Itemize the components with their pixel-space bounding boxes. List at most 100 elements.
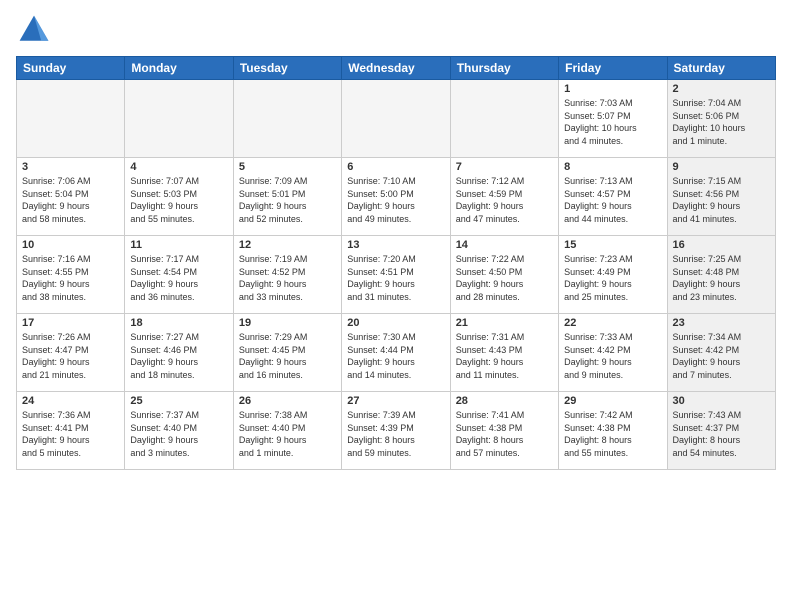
day-number: 18 [130, 317, 227, 329]
day-number: 16 [673, 239, 770, 251]
calendar-cell: 21 Sunrise: 7:31 AM Sunset: 4:43 PM Dayli… [450, 314, 558, 392]
cell-info: Sunrise: 7:34 AM Sunset: 4:42 PM Dayligh… [673, 331, 770, 381]
calendar-cell: 5 Sunrise: 7:09 AM Sunset: 5:01 PM Daylig… [233, 158, 341, 236]
day-number: 9 [673, 161, 770, 173]
day-number: 27 [347, 395, 444, 407]
calendar-cell: 1 Sunrise: 7:03 AM Sunset: 5:07 PM Daylig… [559, 80, 667, 158]
day-header-tuesday: Tuesday [233, 57, 341, 80]
cell-info: Sunrise: 7:09 AM Sunset: 5:01 PM Dayligh… [239, 175, 336, 225]
calendar-cell: 15 Sunrise: 7:23 AM Sunset: 4:49 PM Dayli… [559, 236, 667, 314]
cell-info: Sunrise: 7:37 AM Sunset: 4:40 PM Dayligh… [130, 409, 227, 459]
cell-info: Sunrise: 7:17 AM Sunset: 4:54 PM Dayligh… [130, 253, 227, 303]
day-number: 1 [564, 83, 661, 95]
cell-info: Sunrise: 7:19 AM Sunset: 4:52 PM Dayligh… [239, 253, 336, 303]
cell-info: Sunrise: 7:42 AM Sunset: 4:38 PM Dayligh… [564, 409, 661, 459]
calendar-cell: 14 Sunrise: 7:22 AM Sunset: 4:50 PM Dayli… [450, 236, 558, 314]
calendar-cell: 29Sunrise: 7:42 AM Sunset: 4:38 PM Dayli… [559, 392, 667, 470]
calendar-cell: 16Sunrise: 7:25 AM Sunset: 4:48 PM Dayli… [667, 236, 775, 314]
day-number: 17 [22, 317, 119, 329]
week-row-4: 17Sunrise: 7:26 AM Sunset: 4:47 PM Dayli… [17, 314, 776, 392]
calendar-cell: 3 Sunrise: 7:06 AM Sunset: 5:04 PM Daylig… [17, 158, 125, 236]
calendar-cell [342, 80, 450, 158]
calendar-table: SundayMondayTuesdayWednesdayThursdayFrid… [16, 56, 776, 470]
cell-info: Sunrise: 7:16 AM Sunset: 4:55 PM Dayligh… [22, 253, 119, 303]
cell-info: Sunrise: 7:06 AM Sunset: 5:04 PM Dayligh… [22, 175, 119, 225]
day-number: 14 [456, 239, 553, 251]
cell-info: Sunrise: 7:38 AM Sunset: 4:40 PM Dayligh… [239, 409, 336, 459]
cell-info: Sunrise: 7:13 AM Sunset: 4:57 PM Dayligh… [564, 175, 661, 225]
day-number: 21 [456, 317, 553, 329]
cell-info: Sunrise: 7:07 AM Sunset: 5:03 PM Dayligh… [130, 175, 227, 225]
cell-info: Sunrise: 7:03 AM Sunset: 5:07 PM Dayligh… [564, 97, 661, 147]
week-row-5: 24Sunrise: 7:36 AM Sunset: 4:41 PM Dayli… [17, 392, 776, 470]
day-number: 13 [347, 239, 444, 251]
cell-info: Sunrise: 7:22 AM Sunset: 4:50 PM Dayligh… [456, 253, 553, 303]
day-number: 26 [239, 395, 336, 407]
day-header-sunday: Sunday [17, 57, 125, 80]
calendar-cell: 12 Sunrise: 7:19 AM Sunset: 4:52 PM Dayli… [233, 236, 341, 314]
calendar-cell: 28Sunrise: 7:41 AM Sunset: 4:38 PM Dayli… [450, 392, 558, 470]
day-number: 19 [239, 317, 336, 329]
day-number: 12 [239, 239, 336, 251]
calendar-cell: 20 Sunrise: 7:30 AM Sunset: 4:44 PM Dayli… [342, 314, 450, 392]
day-number: 5 [239, 161, 336, 173]
calendar-cell: 19 Sunrise: 7:29 AM Sunset: 4:45 PM Dayli… [233, 314, 341, 392]
day-number: 15 [564, 239, 661, 251]
cell-info: Sunrise: 7:30 AM Sunset: 4:44 PM Dayligh… [347, 331, 444, 381]
cell-info: Sunrise: 7:31 AM Sunset: 4:43 PM Dayligh… [456, 331, 553, 381]
cell-info: Sunrise: 7:36 AM Sunset: 4:41 PM Dayligh… [22, 409, 119, 459]
cell-info: Sunrise: 7:41 AM Sunset: 4:38 PM Dayligh… [456, 409, 553, 459]
day-header-monday: Monday [125, 57, 233, 80]
day-number: 10 [22, 239, 119, 251]
calendar-cell: 30 Sunrise: 7:43 AM Sunset: 4:37 PM Dayli… [667, 392, 775, 470]
cell-info: Sunrise: 7:15 AM Sunset: 4:56 PM Dayligh… [673, 175, 770, 225]
cell-info: Sunrise: 7:29 AM Sunset: 4:45 PM Dayligh… [239, 331, 336, 381]
day-header-friday: Friday [559, 57, 667, 80]
calendar-cell: 8 Sunrise: 7:13 AM Sunset: 4:57 PM Daylig… [559, 158, 667, 236]
cell-info: Sunrise: 7:04 AM Sunset: 5:06 PM Dayligh… [673, 97, 770, 147]
cell-info: Sunrise: 7:23 AM Sunset: 4:49 PM Dayligh… [564, 253, 661, 303]
day-header-thursday: Thursday [450, 57, 558, 80]
calendar-cell: 9 Sunrise: 7:15 AM Sunset: 4:56 PM Daylig… [667, 158, 775, 236]
day-number: 8 [564, 161, 661, 173]
day-number: 20 [347, 317, 444, 329]
calendar-cell: 7 Sunrise: 7:12 AM Sunset: 4:59 PM Daylig… [450, 158, 558, 236]
week-row-2: 3 Sunrise: 7:06 AM Sunset: 5:04 PM Daylig… [17, 158, 776, 236]
calendar-cell [450, 80, 558, 158]
cell-info: Sunrise: 7:12 AM Sunset: 4:59 PM Dayligh… [456, 175, 553, 225]
calendar-cell: 22 Sunrise: 7:33 AM Sunset: 4:42 PM Dayli… [559, 314, 667, 392]
calendar-cell: 11Sunrise: 7:17 AM Sunset: 4:54 PM Dayli… [125, 236, 233, 314]
day-number: 30 [673, 395, 770, 407]
calendar-cell: 10 Sunrise: 7:16 AM Sunset: 4:55 PM Dayli… [17, 236, 125, 314]
day-number: 23 [673, 317, 770, 329]
cell-info: Sunrise: 7:43 AM Sunset: 4:37 PM Dayligh… [673, 409, 770, 459]
calendar-cell: 17Sunrise: 7:26 AM Sunset: 4:47 PM Dayli… [17, 314, 125, 392]
calendar-cell [233, 80, 341, 158]
cell-info: Sunrise: 7:20 AM Sunset: 4:51 PM Dayligh… [347, 253, 444, 303]
day-number: 6 [347, 161, 444, 173]
day-number: 7 [456, 161, 553, 173]
cell-info: Sunrise: 7:33 AM Sunset: 4:42 PM Dayligh… [564, 331, 661, 381]
page-container: SundayMondayTuesdayWednesdayThursdayFrid… [0, 0, 792, 612]
calendar-cell: 27 Sunrise: 7:39 AM Sunset: 4:39 PM Dayli… [342, 392, 450, 470]
calendar-cell [125, 80, 233, 158]
cell-info: Sunrise: 7:39 AM Sunset: 4:39 PM Dayligh… [347, 409, 444, 459]
day-number: 4 [130, 161, 227, 173]
calendar-cell: 2 Sunrise: 7:04 AM Sunset: 5:06 PM Daylig… [667, 80, 775, 158]
calendar-cell: 13 Sunrise: 7:20 AM Sunset: 4:51 PM Dayli… [342, 236, 450, 314]
day-header-wednesday: Wednesday [342, 57, 450, 80]
day-number: 22 [564, 317, 661, 329]
header [16, 12, 776, 48]
calendar-cell: 24Sunrise: 7:36 AM Sunset: 4:41 PM Dayli… [17, 392, 125, 470]
calendar-cell: 18 Sunrise: 7:27 AM Sunset: 4:46 PM Dayli… [125, 314, 233, 392]
calendar-cell: 25Sunrise: 7:37 AM Sunset: 4:40 PM Dayli… [125, 392, 233, 470]
day-number: 3 [22, 161, 119, 173]
day-header-saturday: Saturday [667, 57, 775, 80]
calendar-cell [17, 80, 125, 158]
calendar-cell: 6Sunrise: 7:10 AM Sunset: 5:00 PM Daylig… [342, 158, 450, 236]
calendar-cell: 26 Sunrise: 7:38 AM Sunset: 4:40 PM Dayli… [233, 392, 341, 470]
cell-info: Sunrise: 7:27 AM Sunset: 4:46 PM Dayligh… [130, 331, 227, 381]
header-row: SundayMondayTuesdayWednesdayThursdayFrid… [17, 57, 776, 80]
calendar-cell: 4 Sunrise: 7:07 AM Sunset: 5:03 PM Daylig… [125, 158, 233, 236]
day-number: 2 [673, 83, 770, 95]
